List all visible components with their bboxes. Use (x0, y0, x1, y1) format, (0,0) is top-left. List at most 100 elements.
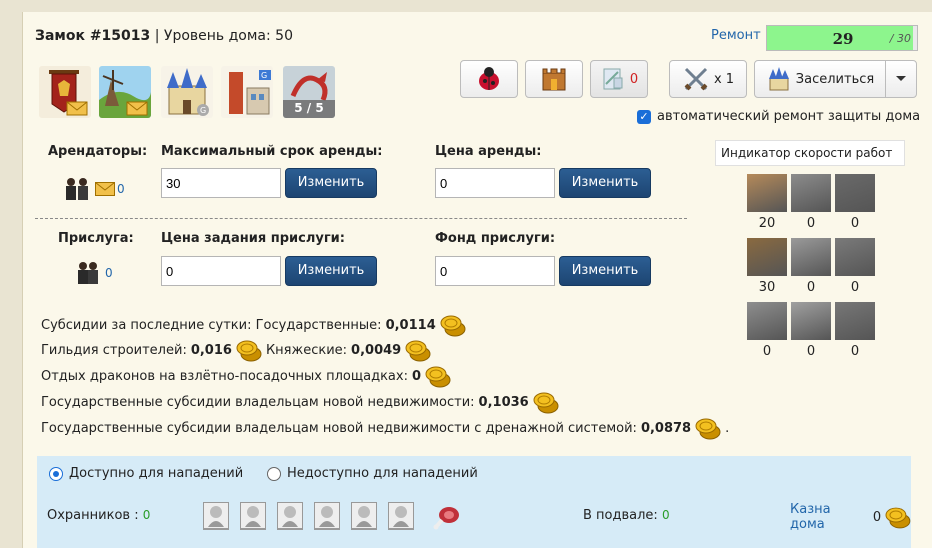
subsidy-line-4: Государственные субсидии владельцам ново… (41, 389, 559, 415)
svg-text:G: G (261, 71, 267, 80)
auto-repair-checkbox[interactable]: ✓ автоматический ремонт защиты дома (637, 109, 920, 124)
ladybug-icon (479, 67, 499, 90)
mail-icon[interactable] (95, 182, 115, 196)
dragon-rest-value: 0 (411, 368, 422, 384)
work-speed-value: 0 (850, 344, 860, 359)
blueprint-count: 0 (629, 71, 639, 87)
blueprint-button[interactable]: 0 (590, 60, 648, 98)
work-speed-value: 0 (806, 280, 816, 295)
guard-portrait-icon (319, 506, 335, 527)
title-separator: | (154, 28, 160, 44)
change-max-term-button[interactable]: Изменить (285, 168, 377, 198)
basement-info: В подвале: 0 (583, 508, 670, 523)
svg-text:G: G (200, 106, 206, 115)
drainage-subsidy-label: Государственные субсидии владельцам ново… (41, 420, 637, 436)
tenants-label: Арендаторы: (48, 144, 148, 159)
settle-dropdown-button[interactable] (885, 60, 917, 98)
drainage-subsidy-end: . (725, 420, 730, 436)
subsidy-prince-label: Княжеские: (265, 342, 348, 358)
castle-icon[interactable]: G (161, 66, 213, 118)
dragon-rest-label: Отдых драконов на взлётно-посадочных пло… (41, 368, 408, 384)
fortress-icon (542, 68, 566, 91)
fortress-button[interactable] (525, 60, 583, 98)
treasury-link[interactable]: Казна дома (790, 502, 869, 532)
work-speed-value: 0 (850, 216, 860, 231)
house-panel: Замок #15013 | Уровень дома: 50 Ремонт 2… (22, 12, 932, 548)
servant-fund-input[interactable] (435, 256, 555, 286)
level-label: Уровень дома: (163, 28, 271, 44)
dragon-slot-icon[interactable]: 5 / 5 (283, 66, 335, 118)
beetle-button[interactable] (460, 60, 518, 98)
guards-count: 0 (142, 508, 151, 522)
gold-coins-icon (695, 418, 721, 440)
servants-info: 0 (75, 260, 113, 286)
rent-price-input[interactable] (435, 168, 555, 198)
subsidy-guild-value: 0,016 (190, 342, 232, 358)
basement-label: В подвале: (583, 508, 658, 523)
unavailable-radio[interactable]: Недоступно для нападений (267, 466, 478, 481)
settle-label: Заселиться (795, 71, 875, 87)
subsidy-prince-value: 0,0049 (351, 342, 402, 358)
repair-progress: 29 / 30 (766, 25, 918, 51)
change-rent-price-button[interactable]: Изменить (559, 168, 651, 198)
work-speed-value: 30 (758, 280, 776, 295)
subsidy-line-1: Субсидии за последние сутки: Государстве… (41, 312, 466, 338)
unavailable-label: Недоступно для нападений (287, 466, 478, 481)
village-mail-icon[interactable] (99, 66, 151, 118)
guard-portrait-icon (393, 506, 409, 527)
radio-checked-icon[interactable] (49, 466, 63, 481)
available-radio[interactable]: Доступно для нападений (49, 466, 243, 481)
guard-portrait-icon (245, 506, 261, 527)
basement-count: 0 (661, 508, 670, 522)
gold-coins-icon (533, 392, 559, 414)
change-servant-fund-button[interactable]: Изменить (559, 256, 651, 286)
swords-button[interactable]: x 1 (669, 60, 747, 98)
auto-repair-label: автоматический ремонт защиты дома (657, 109, 921, 124)
drainage-subsidy-value: 0,0878 (640, 420, 692, 436)
work-thumb-7 (747, 302, 787, 340)
castle-small-icon (768, 67, 789, 91)
checkbox-checked-icon[interactable]: ✓ (637, 109, 651, 124)
servant-fund-label: Фонд прислуги: (435, 231, 556, 246)
meat-icon[interactable] (433, 504, 461, 530)
tenants-info: 0 (63, 176, 125, 202)
new-property-subsidy-value: 0,1036 (478, 394, 529, 410)
banner-mail-icon[interactable] (39, 66, 91, 118)
work-speed-value: 0 (806, 216, 816, 231)
work-speed-value: 0 (850, 280, 860, 295)
task-price-input[interactable] (161, 256, 281, 286)
tower-icon[interactable]: G (221, 66, 273, 118)
guard-slot[interactable] (277, 502, 303, 530)
work-thumb-4 (747, 238, 787, 276)
guard-slot[interactable] (351, 502, 377, 530)
work-thumb-2 (791, 174, 831, 212)
guard-slot[interactable] (240, 502, 266, 530)
settle-button[interactable]: Заселиться (754, 60, 886, 98)
blueprint-icon (603, 68, 623, 90)
change-task-price-button[interactable]: Изменить (285, 256, 377, 286)
radio-unchecked-icon[interactable] (267, 466, 281, 481)
gold-coins-icon (425, 366, 451, 388)
subsidy-guild-label: Гильдия строителей: (41, 342, 187, 358)
gold-coins-icon (440, 315, 466, 337)
slot-badge: 5 / 5 (294, 101, 324, 115)
guard-portrait-icon (356, 506, 372, 527)
guard-slot[interactable] (388, 502, 414, 530)
tenants-count[interactable]: 0 (117, 182, 125, 196)
guard-slot[interactable] (203, 502, 229, 530)
crossed-swords-icon (684, 67, 708, 91)
gold-coins-icon (405, 340, 431, 362)
guard-slot[interactable] (314, 502, 340, 530)
work-speed-value: 0 (806, 344, 816, 359)
chevron-down-icon (896, 76, 906, 81)
servants-count[interactable]: 0 (105, 266, 113, 280)
task-price-label: Цена задания прислуги: (161, 231, 345, 246)
subsidy-line-2: Гильдия строителей: 0,016 Княжеские: 0,0… (41, 337, 431, 363)
max-term-input[interactable] (161, 168, 281, 198)
level-value: 50 (275, 28, 293, 44)
subsidy-line-3: Отдых драконов на взлётно-посадочных пло… (41, 363, 451, 389)
rent-price-label: Цена аренды: (435, 144, 542, 159)
repair-link[interactable]: Ремонт (711, 28, 761, 43)
new-property-subsidy-label: Государственные субсидии владельцам ново… (41, 394, 475, 410)
guard-portrait-icon (282, 506, 298, 527)
